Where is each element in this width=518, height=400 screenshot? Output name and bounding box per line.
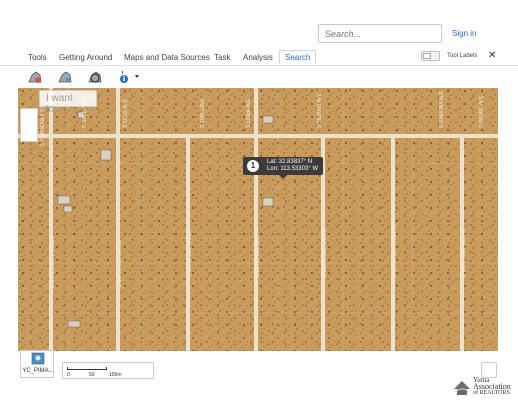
basemap-switcher-button[interactable]: YC_PIMA... — [20, 350, 54, 378]
search-input[interactable] — [318, 24, 442, 43]
search-toolbar — [0, 66, 518, 88]
scale-label: 100m — [109, 372, 122, 378]
tab-task[interactable]: Task — [214, 53, 230, 62]
street-label: S RAMONA AVE — [439, 90, 445, 128]
tab-bar: Tools Getting Around Maps and Data Sourc… — [0, 48, 518, 66]
i-want-to-menu[interactable]: I want to... — [39, 90, 97, 115]
logo-line-3: of REALTORS — [473, 390, 510, 396]
tab-analysis[interactable]: Analysis — [243, 53, 273, 62]
sign-in-link[interactable]: Sign in — [452, 29, 476, 38]
street-label: CAMINO DEL RANCHO — [392, 224, 398, 278]
tab-getting-around[interactable]: Getting Around — [59, 53, 112, 62]
house-logo-icon — [454, 381, 471, 395]
basemap-label: YC_PIMA... — [22, 368, 54, 374]
info-dropdown-icon[interactable] — [118, 69, 142, 85]
scale-label: 50 — [89, 372, 95, 378]
basemap-icon — [31, 352, 45, 365]
yuma-realtors-logo: Yuma Association of REALTORS — [452, 374, 516, 398]
tool-labels-toggle[interactable] — [421, 51, 440, 61]
map-navigation-panel[interactable] — [20, 108, 38, 142]
street-label: CAMINO DEL SANTO — [322, 228, 328, 278]
coordinate-popup: 1 Lat: 32.83837° N Lon: 113.53303° W — [243, 157, 323, 179]
street-label: S PADRE AVE — [479, 95, 485, 128]
search-by-polygon-icon[interactable] — [57, 69, 73, 85]
marker-number-badge: 1 — [247, 160, 259, 172]
map-view[interactable]: E CARDENAS ST S GALE AVE S TALIS AVE S T… — [18, 88, 498, 351]
search-by-buffer-icon[interactable] — [87, 69, 103, 85]
tab-search[interactable]: Search — [279, 50, 317, 64]
street-label: S LOMA AVE — [246, 98, 252, 128]
search-by-point-icon[interactable] — [27, 69, 43, 85]
close-panel-icon[interactable]: ✕ — [488, 50, 496, 61]
street-label: CAMINO DEL VALLE — [187, 230, 193, 278]
street-label: CAMINO DEL PUEBLO — [50, 235, 56, 288]
scale-label: 0 — [67, 372, 70, 378]
toggle-knob — [423, 53, 431, 59]
street-label: S TABLEAVE — [200, 98, 206, 128]
top-bar: Sign in — [0, 0, 518, 48]
street-label: CAMINO DEL MONTE — [461, 227, 467, 278]
street-label: CAMINO DEL CALLE — [117, 239, 123, 288]
street-label: CAMINO DEL SOL — [255, 235, 261, 278]
longitude-text: Lon: 113.53303° W — [267, 166, 318, 172]
tool-labels-label: Tool Labels — [447, 53, 478, 59]
scale-line — [67, 367, 107, 370]
street-label: S TEJANO AVE — [317, 92, 323, 128]
street-label: S TALIS AVE — [123, 98, 129, 128]
tab-tools[interactable]: Tools — [28, 53, 47, 62]
latitude-text: Lat: 32.83837° N — [267, 159, 313, 165]
tab-maps-and-data-sources[interactable]: Maps and Data Sources — [124, 53, 210, 62]
scale-bar: 0 50 100m — [62, 362, 154, 379]
